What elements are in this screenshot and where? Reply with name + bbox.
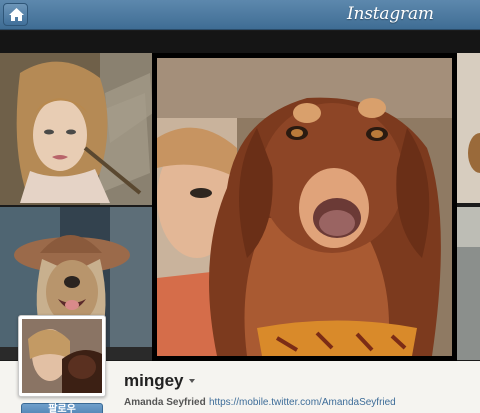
photo-tile-partial-top[interactable] bbox=[457, 53, 480, 203]
avatar[interactable] bbox=[18, 315, 106, 397]
instagram-logo[interactable]: Instagram bbox=[347, 2, 434, 26]
top-app-bar: Instagram bbox=[0, 0, 480, 30]
follow-button[interactable]: 팔로우 bbox=[21, 403, 103, 413]
profile-username: mingey bbox=[124, 371, 184, 390]
header-shadow-band bbox=[0, 31, 480, 53]
profile-full-name: Amanda Seyfried bbox=[124, 397, 206, 408]
profile-website-link[interactable]: https://mobile.twitter.com/AmandaSeyfrie… bbox=[209, 396, 396, 410]
photo-tile-portrait[interactable] bbox=[0, 53, 153, 205]
home-button[interactable] bbox=[3, 3, 28, 26]
photo-tile-partial-bottom[interactable] bbox=[457, 207, 480, 360]
home-icon bbox=[9, 8, 24, 21]
photo-featured-dog[interactable] bbox=[152, 53, 457, 361]
chevron-down-icon[interactable] bbox=[187, 376, 197, 386]
